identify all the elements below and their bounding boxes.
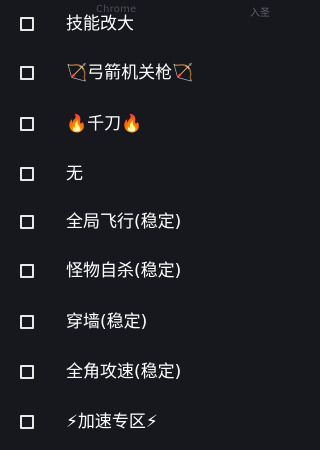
checkbox[interactable] <box>20 117 34 131</box>
menu-item-label: 全角攻速(稳定) <box>66 362 182 382</box>
menu-item-wall-pass[interactable]: 穿墙(稳定) <box>0 305 275 339</box>
checkbox[interactable] <box>20 215 34 229</box>
checkbox[interactable] <box>20 264 34 278</box>
menu-item-label: 怪物自杀(稳定) <box>66 261 182 281</box>
menu-item-thousand-blades[interactable]: 🔥千刀🔥 <box>0 107 275 141</box>
menu-item-label: 穿墙(稳定) <box>66 312 148 332</box>
menu-item-skill-enlarge[interactable]: 技能改大 <box>0 7 275 41</box>
menu-item-global-fly[interactable]: 全局飞行(稳定) <box>0 205 275 239</box>
menu-item-none[interactable]: 无 <box>0 157 275 191</box>
checkbox[interactable] <box>20 167 34 181</box>
checkbox[interactable] <box>20 415 34 429</box>
menu-item-label: ⚡加速专区⚡ <box>66 412 158 432</box>
menu-item-label: 技能改大 <box>66 14 134 34</box>
menu-item-label: 无 <box>66 164 83 184</box>
checkbox[interactable] <box>20 365 34 379</box>
menu-item-monster-suicide[interactable]: 怪物自杀(稳定) <box>0 254 275 288</box>
menu-item-label: 全局飞行(稳定) <box>66 212 182 232</box>
checkbox[interactable] <box>20 66 34 80</box>
checkbox[interactable] <box>20 315 34 329</box>
menu-item-attack-speed[interactable]: 全角攻速(稳定) <box>0 355 275 389</box>
menu-item-speed-zone[interactable]: ⚡加速专区⚡ <box>0 405 275 439</box>
menu-item-label: 🏹弓箭机关枪🏹 <box>66 63 194 83</box>
menu-item-bow-machinegun[interactable]: 🏹弓箭机关枪🏹 <box>0 56 275 90</box>
menu-item-label: 🔥千刀🔥 <box>66 114 143 134</box>
checkbox[interactable] <box>20 17 34 31</box>
